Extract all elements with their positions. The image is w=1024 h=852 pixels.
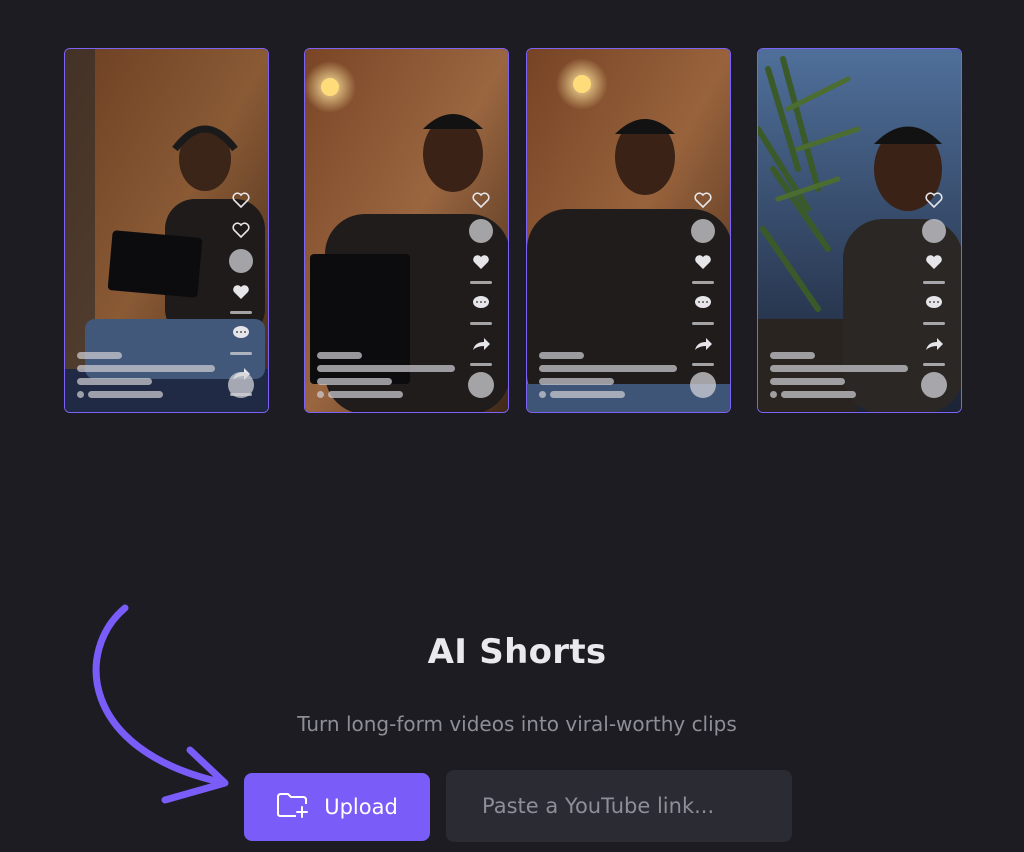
share-icon <box>470 333 492 355</box>
heart-icon <box>692 189 714 211</box>
heart-icon <box>923 189 945 211</box>
music-disc-placeholder <box>468 372 494 398</box>
page-subtitle: Turn long-form videos into viral-worthy … <box>297 712 737 736</box>
caption-placeholder <box>77 346 227 398</box>
preview-card-1[interactable] <box>64 48 269 413</box>
caption-placeholder <box>770 346 920 398</box>
youtube-link-placeholder: Paste a YouTube link... <box>482 794 715 818</box>
count-placeholder <box>923 363 945 366</box>
share-icon <box>923 333 945 355</box>
heart-icon <box>230 189 252 211</box>
overlay-actions-4 <box>921 189 947 366</box>
upload-button-label: Upload <box>324 795 398 819</box>
count-placeholder <box>470 281 492 284</box>
heart-icon <box>230 281 252 303</box>
overlay-actions-2 <box>468 189 494 366</box>
comment-icon <box>923 292 945 314</box>
count-placeholder <box>692 322 714 325</box>
count-placeholder <box>230 352 252 355</box>
count-placeholder <box>230 311 252 314</box>
heart-icon <box>470 251 492 273</box>
heart-icon <box>470 189 492 211</box>
overlay-actions-3 <box>690 189 716 366</box>
preview-card-3[interactable] <box>526 48 731 413</box>
caption-placeholder <box>539 346 689 398</box>
folder-plus-icon <box>276 791 310 824</box>
heart-icon <box>692 251 714 273</box>
count-placeholder <box>923 281 945 284</box>
avatar-placeholder <box>691 219 715 243</box>
comment-icon <box>230 322 252 344</box>
avatar-placeholder <box>469 219 493 243</box>
caption-placeholder <box>317 346 467 398</box>
ai-shorts-page: AI Shorts Turn long-form videos into vir… <box>0 0 1024 852</box>
music-disc-placeholder <box>690 372 716 398</box>
music-disc-placeholder <box>921 372 947 398</box>
count-placeholder <box>470 363 492 366</box>
preview-card-2[interactable] <box>304 48 509 413</box>
upload-button[interactable]: Upload <box>244 773 430 841</box>
preview-card-4[interactable] <box>757 48 962 413</box>
count-placeholder <box>692 281 714 284</box>
comment-icon <box>470 292 492 314</box>
heart-icon <box>230 219 252 241</box>
music-disc-placeholder <box>228 372 254 398</box>
overlay-actions-1 <box>228 189 254 396</box>
avatar-placeholder <box>922 219 946 243</box>
count-placeholder <box>923 322 945 325</box>
comment-icon <box>692 292 714 314</box>
avatar-placeholder <box>229 249 253 273</box>
count-placeholder <box>692 363 714 366</box>
heart-icon <box>923 251 945 273</box>
page-title: AI Shorts <box>427 632 607 672</box>
count-placeholder <box>470 322 492 325</box>
share-icon <box>692 333 714 355</box>
youtube-link-input[interactable]: Paste a YouTube link... <box>446 770 792 842</box>
